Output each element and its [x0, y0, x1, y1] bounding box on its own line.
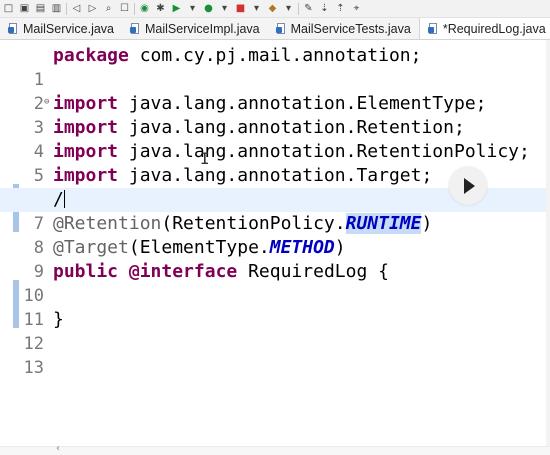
code-text: )	[421, 213, 433, 234]
code-line[interactable]: 11	[0, 284, 550, 330]
tab-label: MailServiceTests.java	[290, 21, 411, 36]
code-text: java.lang.annotation.ElementType;	[118, 93, 487, 114]
code-text: RequiredLog {	[237, 261, 389, 282]
save-all-icon[interactable]: ▤	[34, 2, 47, 15]
back-icon[interactable]: ◁	[70, 2, 83, 15]
code-editor[interactable]: 1 package com.cy.pj.mail.annotation; 2 3…	[0, 40, 550, 446]
print-icon[interactable]: ▥	[50, 2, 63, 15]
horizontal-scrollbar[interactable]: ‹	[0, 443, 550, 455]
keyword: import	[53, 165, 119, 186]
code-text: )	[334, 237, 346, 258]
video-play-button[interactable]	[449, 167, 487, 205]
new-package-dropdown-icon[interactable]: ▾	[282, 2, 295, 15]
code-text: java.lang.annotation.RetentionPolicy;	[118, 141, 530, 162]
run-external-dropdown-icon[interactable]: ▾	[218, 2, 231, 15]
mouse-ibeam-cursor: I	[200, 149, 210, 168]
code-line[interactable]: 1 package com.cy.pj.mail.annotation;	[0, 44, 550, 90]
enum-constant: METHOD	[269, 237, 335, 258]
toggle-icon[interactable]: ◉	[138, 2, 151, 15]
scroll-left-icon[interactable]: ‹	[56, 443, 60, 454]
line-number: 13	[23, 358, 44, 378]
code-text: java.lang.annotation.Target;	[118, 165, 433, 186]
code-line[interactable]: 13	[0, 332, 550, 378]
tab-label: MailService.java	[23, 21, 115, 36]
code-line[interactable]: 2	[0, 68, 550, 114]
debug-icon[interactable]: ✱	[154, 2, 167, 15]
keyword: package	[53, 45, 129, 66]
stop-dropdown-icon[interactable]: ▾	[250, 2, 263, 15]
tab-requiredlog[interactable]: *RequiredLog.java	[418, 18, 550, 39]
stop-icon[interactable]: ■	[234, 2, 247, 15]
keyword: import	[53, 93, 119, 114]
text-caret	[63, 190, 65, 208]
next-annotation-icon[interactable]: ⇣	[318, 2, 331, 15]
tab-mailservicetests[interactable]: MailServiceTests.java	[268, 18, 419, 39]
code-line[interactable]: 8 @Retention(RetentionPolicy.RUNTIME)	[0, 212, 550, 258]
code-text: (ElementType.	[128, 237, 270, 258]
keyword: @interface	[128, 261, 238, 282]
keyword: import	[53, 117, 119, 138]
code-line[interactable]: 10 public @interface RequiredLog {	[0, 260, 550, 306]
search-icon[interactable]: ⌕	[102, 2, 115, 15]
new-package-icon[interactable]: ◆	[266, 2, 279, 15]
tab-mailservice[interactable]: MailService.java	[0, 18, 122, 39]
code-text: /	[53, 189, 64, 210]
code-line[interactable]: 9 @Target(ElementType.METHOD)	[0, 236, 550, 282]
code-text: }	[53, 309, 64, 330]
open-task-icon[interactable]: ☐	[118, 2, 131, 15]
open-type-icon[interactable]: ✎	[302, 2, 315, 15]
toolbar-separator	[134, 2, 135, 15]
fold-icon[interactable]: ⊖	[44, 92, 49, 112]
main-toolbar: □ ▣ ▤ ▥ ◁ ▷ ⌕ ☐ ◉ ✱ ▶ ▾ ● ▾ ■ ▾ ◆ ▾ ✎ ⇣ …	[0, 0, 550, 18]
editor-tab-bar: MailService.java MailServiceImpl.java Ma…	[0, 18, 550, 40]
tab-label: MailServiceImpl.java	[145, 21, 260, 36]
run-external-icon[interactable]: ●	[202, 2, 215, 15]
tab-label: *RequiredLog.java	[442, 21, 546, 36]
code-text: (RetentionPolicy.	[161, 213, 346, 234]
code-line[interactable]: 5 import java.lang.annotation.RetentionP…	[0, 140, 550, 186]
save-icon[interactable]: ▣	[18, 2, 31, 15]
forward-icon[interactable]: ▷	[86, 2, 99, 15]
java-file-icon	[275, 23, 287, 34]
toolbar-separator	[298, 2, 299, 15]
code-line[interactable]: 3 ⊖ import java.lang.annotation.ElementT…	[0, 92, 550, 138]
new-icon[interactable]: □	[2, 2, 15, 15]
run-dropdown-icon[interactable]: ▾	[186, 2, 199, 15]
annotation: @Retention	[53, 213, 162, 234]
run-icon[interactable]: ▶	[170, 2, 183, 15]
annotation: @Target	[53, 237, 129, 258]
pin-icon[interactable]: ⌖	[350, 2, 363, 15]
code-text: java.lang.annotation.Retention;	[118, 117, 465, 138]
enum-constant: RUNTIME	[345, 213, 422, 234]
overview-ruler	[546, 40, 550, 446]
java-file-icon	[8, 23, 19, 34]
java-file-icon	[427, 23, 439, 34]
keyword: public	[53, 261, 119, 282]
java-file-icon	[130, 23, 141, 34]
code-line[interactable]: 4 import java.lang.annotation.Retention;	[0, 116, 550, 162]
toolbar-separator	[66, 2, 67, 15]
play-icon	[464, 178, 475, 194]
code-line[interactable]: 12 }	[0, 308, 550, 354]
tab-mailserviceimpl[interactable]: MailServiceImpl.java	[122, 18, 268, 39]
keyword: import	[53, 141, 119, 162]
code-text: com.cy.pj.mail.annotation;	[128, 45, 422, 66]
prev-annotation-icon[interactable]: ⇡	[334, 2, 347, 15]
